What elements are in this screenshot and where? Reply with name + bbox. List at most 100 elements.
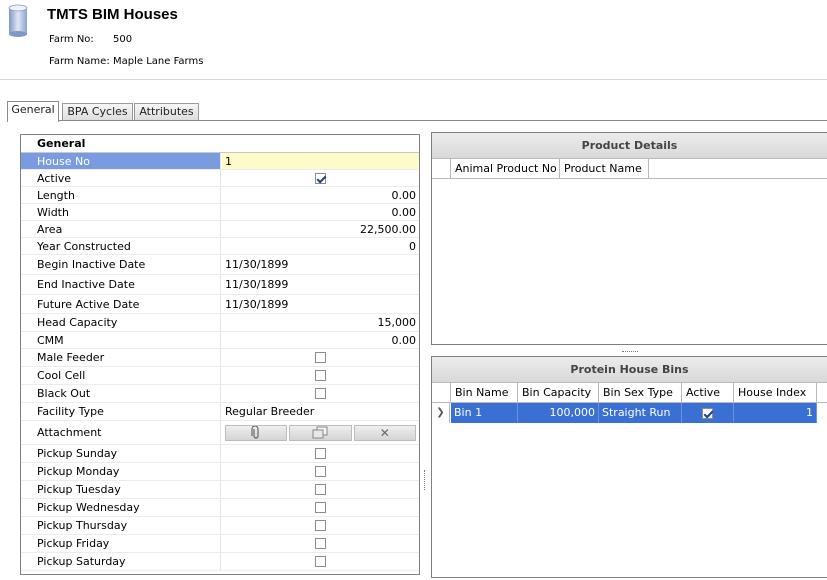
pickup-wednesday-checkbox[interactable] — [315, 502, 326, 513]
column-product-name[interactable]: Product Name — [560, 159, 649, 179]
attachment-controls: ✕ — [222, 421, 419, 444]
header: TMTS BIM Houses Farm No: 500 Farm Name: … — [0, 0, 827, 80]
pickup-friday-checkbox[interactable] — [315, 538, 326, 549]
property-row-cool-cell[interactable]: Cool Cell — [21, 367, 419, 385]
property-row-pickup-monday[interactable]: Pickup Monday — [21, 463, 419, 481]
property-row-future-active-date[interactable]: Future Active Date 11/30/1899 — [21, 295, 419, 314]
property-row-width[interactable]: Width 0.00 — [21, 204, 419, 221]
general-section-header: General — [21, 135, 419, 153]
protein-house-bins-title: Protein House Bins — [432, 357, 827, 383]
column-bin-capacity[interactable]: Bin Capacity — [518, 383, 599, 403]
row-indicator-arrow-icon: ❯ — [432, 403, 450, 423]
property-row-year-constructed[interactable]: Year Constructed 0 — [21, 238, 419, 255]
property-label-male-feeder: Male Feeder — [21, 349, 221, 366]
cell-bin-capacity[interactable]: 100,000 — [518, 403, 599, 423]
property-label-pickup-monday: Pickup Monday — [21, 463, 221, 480]
property-value-pickup-monday[interactable] — [222, 463, 419, 480]
column-house-index[interactable]: House Index — [734, 383, 817, 403]
property-value-pickup-friday[interactable] — [222, 535, 419, 552]
property-label-year-constructed: Year Constructed — [21, 238, 221, 254]
column-bin-name[interactable]: Bin Name — [451, 383, 518, 403]
tab-attributes[interactable]: Attributes — [134, 103, 199, 121]
property-row-pickup-wednesday[interactable]: Pickup Wednesday — [21, 499, 419, 517]
property-value-facility-type[interactable]: Regular Breeder — [222, 403, 419, 420]
property-value-pickup-wednesday[interactable] — [222, 499, 419, 516]
horizontal-splitter[interactable] — [622, 351, 638, 352]
property-value-length[interactable]: 0.00 — [222, 187, 419, 203]
pickup-thursday-checkbox[interactable] — [315, 520, 326, 531]
bin-active-checkbox[interactable] — [702, 407, 713, 419]
black-out-checkbox[interactable] — [315, 388, 326, 399]
vertical-splitter[interactable] — [424, 470, 426, 490]
general-property-grid: General House No 1 Active Length 0.00 Width 0.… — [20, 134, 420, 575]
property-row-pickup-sunday[interactable]: Pickup Sunday — [21, 445, 419, 463]
property-value-pickup-tuesday[interactable] — [222, 481, 419, 498]
property-value-cmm[interactable]: 0.00 — [222, 332, 419, 348]
property-value-year-constructed[interactable]: 0 — [222, 238, 419, 254]
property-row-head-capacity[interactable]: Head Capacity 15,000 — [21, 314, 419, 332]
copy-attachment-button[interactable] — [289, 424, 352, 441]
property-value-future-active-date[interactable]: 11/30/1899 — [222, 295, 419, 313]
attach-file-button[interactable] — [225, 424, 288, 441]
property-value-area[interactable]: 22,500.00 — [222, 221, 419, 237]
product-details-title: Product Details — [432, 133, 827, 159]
property-row-begin-inactive-date[interactable]: Begin Inactive Date 11/30/1899 — [21, 255, 419, 275]
property-value-end-inactive-date[interactable]: 11/30/1899 — [222, 275, 419, 294]
property-value-head-capacity[interactable]: 15,000 — [222, 314, 419, 331]
cell-bin-name[interactable]: Bin 1 — [451, 403, 518, 423]
pickup-tuesday-checkbox[interactable] — [315, 484, 326, 495]
column-bin-sex-type[interactable]: Bin Sex Type — [599, 383, 682, 403]
property-value-pickup-sunday[interactable] — [222, 445, 419, 462]
database-icon — [8, 4, 28, 37]
property-label-future-active-date: Future Active Date — [21, 295, 221, 313]
pickup-monday-checkbox[interactable] — [315, 466, 326, 477]
property-label-cmm: CMM — [21, 332, 221, 348]
delete-attachment-button[interactable]: ✕ — [353, 424, 416, 441]
property-value-male-feeder[interactable] — [222, 349, 419, 366]
property-row-length[interactable]: Length 0.00 — [21, 187, 419, 204]
pickup-saturday-checkbox[interactable] — [315, 556, 326, 567]
cell-house-index[interactable]: 1 — [734, 403, 817, 423]
property-value-black-out[interactable] — [222, 385, 419, 402]
cell-bin-sex-type[interactable]: Straight Run — [599, 403, 682, 423]
property-row-end-inactive-date[interactable]: End Inactive Date 11/30/1899 — [21, 275, 419, 295]
property-row-pickup-saturday[interactable]: Pickup Saturday — [21, 553, 419, 571]
property-label-head-capacity: Head Capacity — [21, 314, 221, 331]
tab-bpa-cycles[interactable]: BPA Cycles — [62, 103, 133, 121]
farm-name-label: Farm Name: — [49, 56, 110, 67]
property-value-cool-cell[interactable] — [222, 367, 419, 384]
property-row-facility-type[interactable]: Facility Type Regular Breeder — [21, 403, 419, 421]
tab-general[interactable]: General — [7, 101, 59, 122]
property-row-black-out[interactable]: Black Out — [21, 385, 419, 403]
property-value-house-no[interactable]: 1 — [222, 153, 419, 169]
property-row-pickup-tuesday[interactable]: Pickup Tuesday — [21, 481, 419, 499]
table-row[interactable]: ❯ Bin 1 100,000 Straight Run 1 — [432, 403, 827, 423]
property-row-pickup-friday[interactable]: Pickup Friday — [21, 535, 419, 553]
property-label-pickup-thursday: Pickup Thursday — [21, 517, 221, 534]
column-animal-product-no[interactable]: Animal Product No — [451, 159, 560, 179]
cell-active[interactable] — [682, 403, 734, 423]
property-row-area[interactable]: Area 22,500.00 — [21, 221, 419, 238]
property-label-end-inactive-date: End Inactive Date — [21, 275, 221, 294]
property-label-pickup-sunday: Pickup Sunday — [21, 445, 221, 462]
column-active[interactable]: Active — [682, 383, 734, 403]
property-label-pickup-friday: Pickup Friday — [21, 535, 221, 552]
active-checkbox[interactable] — [315, 172, 326, 184]
property-value-pickup-saturday[interactable] — [222, 553, 419, 570]
property-value-active[interactable] — [222, 170, 419, 186]
property-label-house-no: House No — [21, 153, 221, 169]
property-row-house-no[interactable]: House No 1 — [21, 153, 419, 170]
male-feeder-checkbox[interactable] — [315, 352, 326, 363]
cool-cell-checkbox[interactable] — [315, 370, 326, 381]
property-value-begin-inactive-date[interactable]: 11/30/1899 — [222, 255, 419, 274]
property-value-width[interactable]: 0.00 — [222, 204, 419, 220]
property-label-cool-cell: Cool Cell — [21, 367, 221, 384]
property-value-pickup-thursday[interactable] — [222, 517, 419, 534]
copy-windows-icon — [312, 426, 328, 439]
property-row-male-feeder[interactable]: Male Feeder — [21, 349, 419, 367]
property-row-attachment[interactable]: Attachment ✕ — [21, 421, 419, 445]
property-row-active[interactable]: Active — [21, 170, 419, 187]
property-row-cmm[interactable]: CMM 0.00 — [21, 332, 419, 349]
property-row-pickup-thursday[interactable]: Pickup Thursday — [21, 517, 419, 535]
pickup-sunday-checkbox[interactable] — [315, 448, 326, 459]
